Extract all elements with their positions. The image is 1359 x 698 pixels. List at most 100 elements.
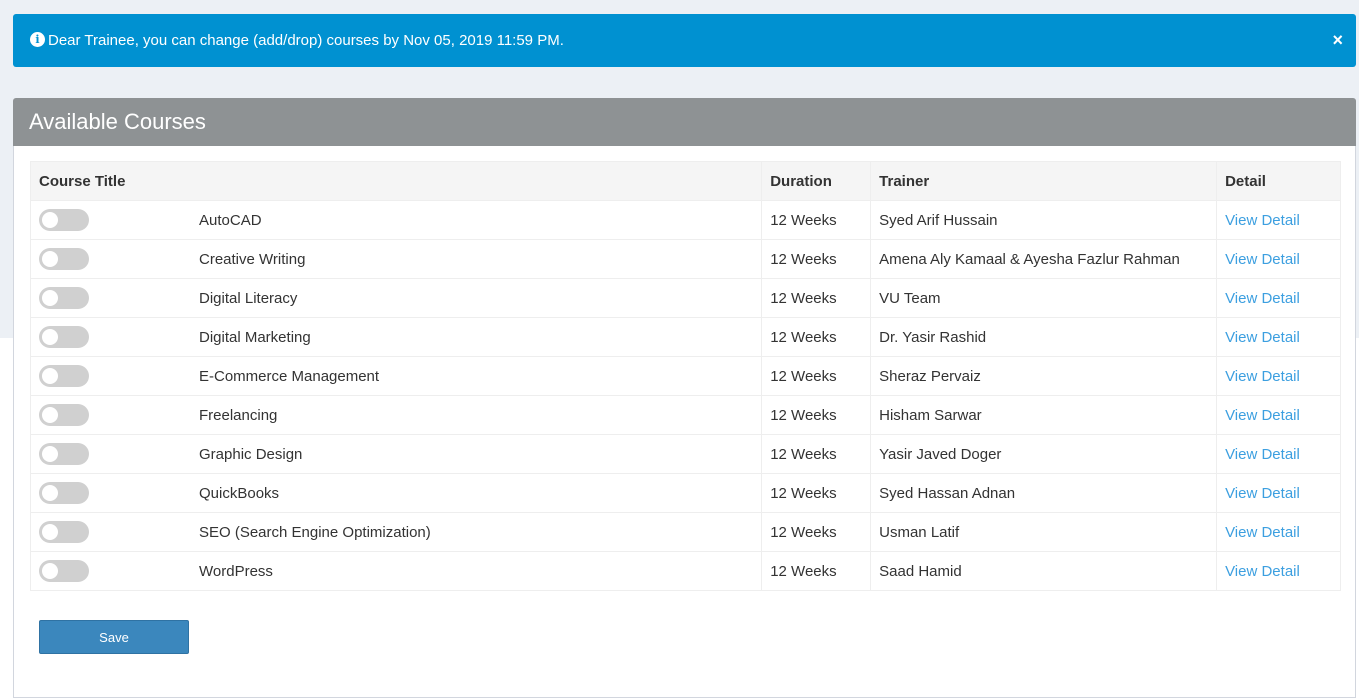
table-row: Digital Marketing 12 Weeks Dr. Yasir Rashi… (29, 317, 1341, 357)
detail-cell: View Detail (1216, 512, 1341, 552)
deadline-alert: i Dear Trainee, you can change (add/drop… (13, 14, 1356, 67)
trainer-cell: Hisham Sarwar (870, 395, 1218, 435)
table-header-row: Course Title Duration Trainer Detail (29, 161, 1341, 201)
course-title: SEO (Search Engine Optimization) (199, 523, 431, 541)
toggle-knob (42, 524, 58, 540)
enroll-toggle[interactable] (39, 287, 89, 309)
detail-cell: View Detail (1216, 317, 1341, 357)
enroll-toggle[interactable] (39, 521, 89, 543)
alert-message: Dear Trainee, you can change (add/drop) … (48, 32, 564, 49)
courses-table: Course Title Duration Trainer Detail Aut… (29, 161, 1341, 591)
trainer-cell: Saad Hamid (870, 551, 1218, 591)
table-row: Digital Literacy 12 Weeks VU Team View Deta… (29, 278, 1341, 318)
trainer-cell: Dr. Yasir Rashid (870, 317, 1218, 357)
table-row: WordPress 12 Weeks Saad Hamid View Detail (29, 551, 1341, 591)
table-row: AutoCAD 12 Weeks Syed Arif Hussain View Det… (29, 200, 1341, 240)
toggle-knob (42, 212, 58, 228)
trainer-cell: Syed Hassan Adnan (870, 473, 1218, 513)
detail-cell: View Detail (1216, 278, 1341, 318)
course-title: Freelancing (199, 406, 278, 424)
view-detail-link[interactable]: View Detail (1225, 329, 1300, 346)
table-row: Creative Writing 12 Weeks Amena Aly Kamaal… (29, 239, 1341, 279)
toggle-knob (42, 563, 58, 579)
enroll-toggle[interactable] (39, 248, 89, 270)
duration-cell: 12 Weeks (761, 239, 872, 279)
table-row: Graphic Design 12 Weeks Yasir Javed Doger V… (29, 434, 1341, 474)
enroll-toggle[interactable] (39, 482, 89, 504)
course-title: E-Commerce Management (199, 367, 380, 385)
view-detail-link[interactable]: View Detail (1225, 368, 1300, 385)
trainer-cell: VU Team (870, 278, 1218, 318)
enroll-toggle[interactable] (39, 404, 89, 426)
toggle-knob (42, 329, 58, 345)
panel-title: Available Courses (29, 109, 206, 134)
toggle-knob (42, 485, 58, 501)
toggle-knob (42, 407, 58, 423)
detail-cell: View Detail (1216, 434, 1341, 474)
duration-cell: 12 Weeks (761, 278, 872, 318)
toggle-knob (42, 290, 58, 306)
table-row: E-Commerce Management 12 Weeks Sheraz Perv… (29, 356, 1341, 396)
duration-cell: 12 Weeks (761, 434, 872, 474)
course-rows: AutoCAD 12 Weeks Syed Arif Hussain View Det… (29, 200, 1341, 591)
trainer-cell: Usman Latif (870, 512, 1218, 552)
toggle-knob (42, 251, 58, 267)
info-circle-icon: i (30, 32, 45, 47)
duration-cell: 12 Weeks (761, 551, 872, 591)
view-detail-link[interactable]: View Detail (1225, 563, 1300, 580)
table-row: Freelancing 12 Weeks Hisham Sarwar View Det… (29, 395, 1341, 435)
course-title: WordPress (199, 562, 273, 580)
view-detail-link[interactable]: View Detail (1225, 485, 1300, 502)
course-title: Digital Marketing (199, 328, 311, 346)
course-title-cell: Freelancing (29, 395, 763, 435)
detail-cell: View Detail (1216, 551, 1341, 591)
course-title: Digital Literacy (199, 289, 298, 307)
course-title-cell: SEO (Search Engine Optimization) (29, 512, 763, 552)
detail-cell: View Detail (1216, 395, 1341, 435)
enroll-toggle[interactable] (39, 326, 89, 348)
duration-cell: 12 Weeks (761, 473, 872, 513)
enroll-toggle[interactable] (39, 443, 89, 465)
course-title: AutoCAD (199, 211, 262, 229)
course-title-cell: Digital Literacy (29, 278, 763, 318)
course-title-cell: Graphic Design (29, 434, 763, 474)
trainer-cell: Syed Arif Hussain (870, 200, 1218, 240)
duration-cell: 12 Weeks (761, 356, 872, 396)
course-title-cell: Creative Writing (29, 239, 763, 279)
detail-cell: View Detail (1216, 200, 1341, 240)
view-detail-link[interactable]: View Detail (1225, 407, 1300, 424)
course-title: Creative Writing (199, 250, 306, 268)
detail-cell: View Detail (1216, 473, 1341, 513)
view-detail-link[interactable]: View Detail (1225, 212, 1300, 229)
panel-header: Available Courses (13, 98, 1356, 146)
table-row: QuickBooks 12 Weeks Syed Hassan Adnan View … (29, 473, 1341, 513)
enroll-toggle[interactable] (39, 365, 89, 387)
save-button[interactable]: Save (39, 620, 189, 654)
course-title-cell: E-Commerce Management (29, 356, 763, 396)
view-detail-link[interactable]: View Detail (1225, 251, 1300, 268)
duration-cell: 12 Weeks (761, 395, 872, 435)
close-icon[interactable]: × (1332, 31, 1343, 49)
view-detail-link[interactable]: View Detail (1225, 524, 1300, 541)
duration-cell: 12 Weeks (761, 512, 872, 552)
course-title-cell: AutoCAD (29, 200, 763, 240)
course-title-cell: Digital Marketing (29, 317, 763, 357)
trainer-cell: Amena Aly Kamaal & Ayesha Fazlur Rahman (870, 239, 1218, 279)
course-title-cell: QuickBooks (29, 473, 763, 513)
duration-cell: 12 Weeks (761, 200, 872, 240)
view-detail-link[interactable]: View Detail (1225, 446, 1300, 463)
enroll-toggle[interactable] (39, 560, 89, 582)
duration-cell: 12 Weeks (761, 317, 872, 357)
enroll-toggle[interactable] (39, 209, 89, 231)
detail-cell: View Detail (1216, 239, 1341, 279)
trainer-cell: Yasir Javed Doger (870, 434, 1218, 474)
view-detail-link[interactable]: View Detail (1225, 290, 1300, 307)
toggle-knob (42, 368, 58, 384)
column-header-detail: Detail (1216, 161, 1341, 201)
column-header-course-title: Course Title (29, 161, 763, 201)
available-courses-panel: Available Courses Course Title Duration … (13, 98, 1356, 698)
table-row: SEO (Search Engine Optimization) 12 Weeks… (29, 512, 1341, 552)
detail-cell: View Detail (1216, 356, 1341, 396)
toggle-knob (42, 446, 58, 462)
column-header-trainer: Trainer (870, 161, 1218, 201)
